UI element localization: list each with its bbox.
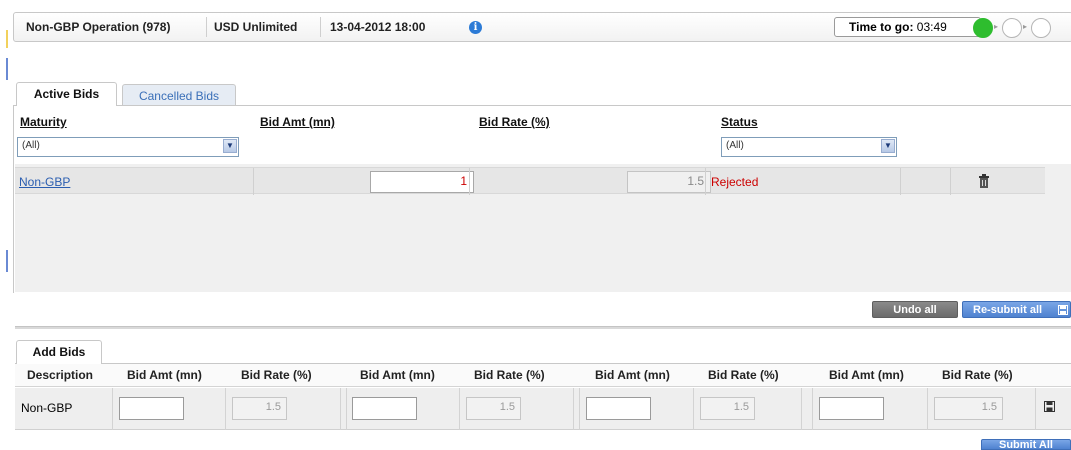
cell-divider	[459, 388, 460, 430]
currency-label: USD Unlimited	[214, 20, 298, 34]
accent-strip	[6, 30, 8, 48]
countdown-value: 03:49	[916, 20, 947, 34]
accent-strip	[6, 250, 8, 272]
tab-add-bids[interactable]: Add Bids	[16, 340, 102, 364]
column-header-bid-amt: Bid Amt (mn)	[595, 368, 670, 382]
bid-rate-input: 1.5	[627, 171, 711, 193]
cell-divider	[346, 388, 347, 430]
header-divider	[320, 17, 321, 37]
cell-divider	[579, 388, 580, 430]
countdown-label: Time to go:	[849, 20, 914, 34]
add-bid-row: Non-GBP 1.5 1.5 1.5 1.5	[15, 388, 1071, 430]
chevron-down-icon: ▼	[881, 139, 895, 153]
bid-amt-input[interactable]	[819, 397, 884, 420]
tab-cancelled-bids[interactable]: Cancelled Bids	[122, 84, 236, 105]
column-header-bid-rate: Bid Rate (%)	[942, 368, 1013, 382]
chevron-right-icon: ▸	[1023, 22, 1028, 31]
operation-header: Non-GBP Operation (978) USD Unlimited 13…	[13, 12, 1071, 42]
cell-divider	[1035, 388, 1036, 430]
cell-divider	[340, 388, 341, 430]
operation-datetime: 13-04-2012 18:00	[330, 20, 426, 34]
bid-amt-input[interactable]	[586, 397, 651, 420]
resubmit-all-button[interactable]: Re-submit all	[962, 301, 1071, 318]
info-icon[interactable]: i	[469, 21, 482, 34]
bid-rate-input: 1.5	[934, 397, 1003, 420]
chevron-right-icon: ▸	[994, 22, 999, 31]
save-icon	[1058, 305, 1068, 315]
section-divider	[15, 326, 1071, 329]
column-header-status[interactable]: Status	[721, 115, 758, 129]
column-header-bid-rate[interactable]: Bid Rate (%)	[479, 115, 550, 129]
column-header-bid-rate: Bid Rate (%)	[241, 368, 312, 382]
description-text: Non-GBP	[21, 401, 73, 415]
accent-strip	[6, 58, 8, 80]
countdown-box: Time to go: 03:49	[834, 17, 981, 37]
cell-divider	[927, 388, 928, 430]
cell-divider	[573, 388, 574, 430]
cell-divider	[112, 388, 113, 430]
status-light-inactive	[1002, 18, 1022, 38]
cell-divider	[801, 388, 802, 430]
bid-amt-input[interactable]	[352, 397, 417, 420]
cell-divider	[253, 168, 254, 195]
column-header-bid-rate: Bid Rate (%)	[708, 368, 779, 382]
column-header-bid-amt: Bid Amt (mn)	[829, 368, 904, 382]
bid-rate-input: 1.5	[466, 397, 521, 420]
status-text: Rejected	[711, 175, 759, 189]
bid-amt-input[interactable]	[119, 397, 184, 420]
cell-divider	[225, 388, 226, 430]
submit-all-button[interactable]: Submit All	[981, 439, 1071, 450]
operation-name: Non-GBP Operation (978)	[26, 20, 171, 34]
column-header-bid-amt: Bid Amt (mn)	[127, 368, 202, 382]
header-divider	[206, 17, 207, 37]
add-bids-header: Description Bid Amt (mn) Bid Rate (%) Bi…	[15, 363, 1071, 387]
bid-rate-input: 1.5	[232, 397, 287, 420]
cell-divider	[900, 168, 901, 195]
maturity-filter-select[interactable]: (All) ▼	[17, 137, 239, 157]
chevron-down-icon: ▼	[223, 139, 237, 153]
status-light-active	[973, 18, 993, 38]
column-header-bid-rate: Bid Rate (%)	[474, 368, 545, 382]
column-header-description: Description	[27, 368, 94, 382]
column-header-bid-amt: Bid Amt (mn)	[360, 368, 435, 382]
status-light-inactive	[1031, 18, 1051, 38]
table-row[interactable]: Non-GBP 1 1.5 Rejected	[15, 167, 1045, 195]
bid-amt-input[interactable]: 1	[370, 171, 474, 193]
trash-icon[interactable]	[978, 174, 990, 188]
cell-divider	[950, 168, 951, 195]
cell-divider	[705, 168, 706, 195]
maturity-filter-value: (All)	[22, 140, 40, 151]
cell-divider	[693, 388, 694, 430]
cell-divider	[812, 388, 813, 430]
bid-rate-input: 1.5	[700, 397, 755, 420]
save-icon[interactable]	[1044, 401, 1055, 412]
resubmit-all-label: Re-submit all	[973, 304, 1043, 316]
column-header-maturity[interactable]: Maturity	[20, 115, 67, 129]
cell-divider	[469, 168, 470, 195]
column-header-bid-amt[interactable]: Bid Amt (mn)	[260, 115, 335, 129]
status-filter-select[interactable]: (All) ▼	[721, 137, 897, 157]
tab-active-bids[interactable]: Active Bids	[16, 82, 117, 106]
status-filter-value: (All)	[726, 140, 744, 151]
undo-all-button[interactable]: Undo all	[872, 301, 958, 318]
maturity-link[interactable]: Non-GBP	[19, 175, 70, 189]
